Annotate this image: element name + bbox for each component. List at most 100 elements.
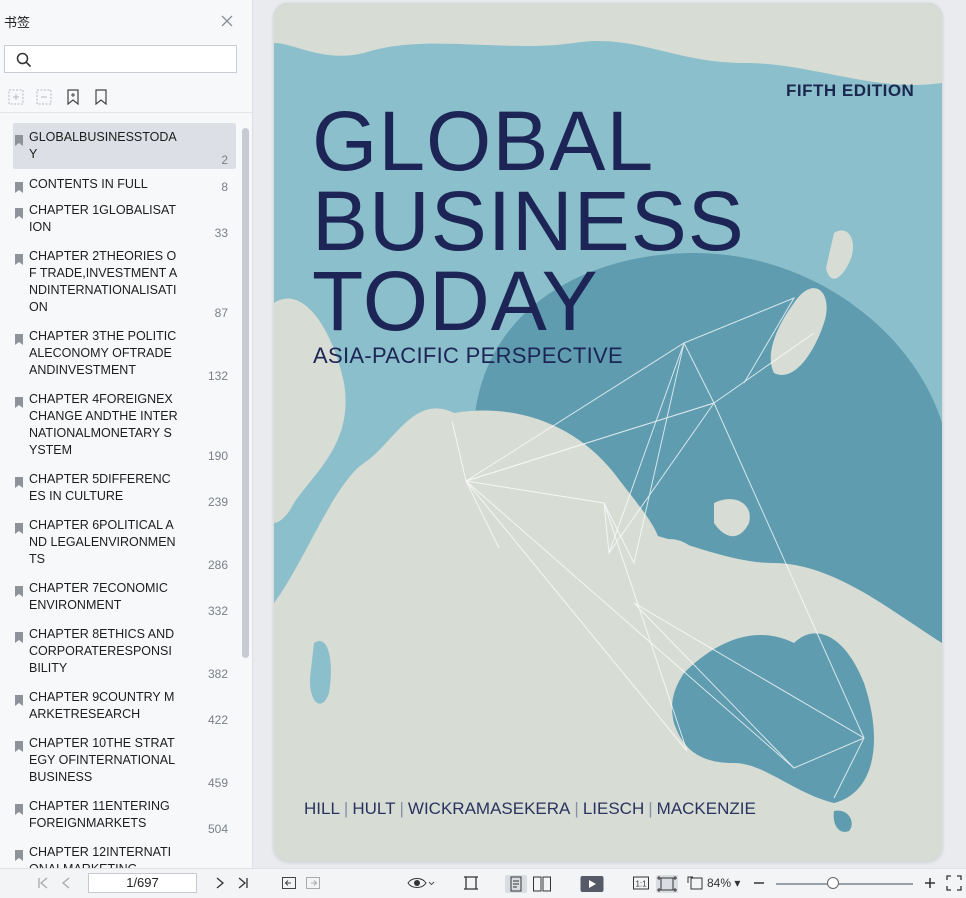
eye-protection-icon[interactable] <box>407 875 435 893</box>
forward-view-icon[interactable] <box>305 875 321 893</box>
close-icon[interactable] <box>218 12 236 30</box>
bookmark-page-number: 190 <box>207 449 228 463</box>
author-list: HILL | HULT | WICKRAMASEKERA | LIESCH | MACKENZI… <box>304 799 756 818</box>
bookmark-page-number: 332 <box>207 604 228 618</box>
bookmark-icon <box>15 802 23 815</box>
play-slideshow-icon[interactable] <box>580 875 604 893</box>
bookmark-label: CHAPTER 1GLOBALISATION <box>29 203 177 234</box>
fit-page-icon[interactable] <box>656 875 678 893</box>
bookmark-label: CHAPTER 10THE STRATEGY OFINTERNATIONALBU… <box>29 736 176 784</box>
rotate-page-icon[interactable] <box>686 875 704 893</box>
bookmark-item[interactable]: CHAPTER 3THE POLITICALECONOMY OFTRADE AN… <box>13 322 236 385</box>
bookmark-item[interactable]: CHAPTER 9COUNTRY MARKETRESEARCH 422 <box>13 683 236 729</box>
bookmark-page-number: 504 <box>207 822 228 836</box>
author: MACKENZIE <box>656 799 756 818</box>
bookmark-icon <box>15 332 23 345</box>
status-bar: 1/697 1:1 84% ▾ <box>0 868 966 898</box>
title-line: GLOBAL <box>312 94 655 188</box>
bookmark-item[interactable]: CHAPTER 11ENTERING FOREIGNMARKETS 504 <box>13 792 236 838</box>
next-page-icon[interactable] <box>214 875 226 893</box>
first-page-icon[interactable] <box>36 875 50 893</box>
bookmark-icon <box>15 584 23 597</box>
collapse-all-icon[interactable] <box>36 89 52 107</box>
bookmark-page-number: 87 <box>214 306 228 320</box>
bookmark-label: CHAPTER 8ETHICS AND CORPORATERESPONSIBIL… <box>29 627 175 675</box>
bookmark-list: GLOBALBUSINESSTODAY 2 CONTENTS IN FULL 8 CHA… <box>0 122 240 868</box>
bookmark-icon <box>15 133 23 146</box>
bookmark-label: CHAPTER 9COUNTRY MARKETRESEARCH <box>29 690 175 721</box>
expand-all-icon[interactable] <box>8 89 24 107</box>
zoom-level: 84% <box>707 876 732 890</box>
bookmark-item[interactable]: CHAPTER 12INTERNATIONALMARKETING <box>13 838 236 868</box>
panel-title: 书签 <box>4 16 31 31</box>
single-page-icon[interactable] <box>505 875 527 893</box>
bookmark-page-number: 239 <box>207 495 228 509</box>
fit-width-icon[interactable] <box>462 875 480 893</box>
bookmark-icon <box>15 521 23 534</box>
bookmark-label: GLOBALBUSINESSTODAY <box>29 130 177 161</box>
actual-size-icon[interactable]: 1:1 <box>632 875 650 893</box>
sidebar-scrollbar[interactable] <box>242 128 249 658</box>
bookmark-panel: 书签 GLOBALBUSINESSTODAY 2 CONTENTS IN FULL 8… <box>0 0 253 868</box>
divider <box>0 112 252 113</box>
search-icon <box>16 52 32 68</box>
bookmark-page-number: 132 <box>207 369 228 383</box>
bookmark-label: CHAPTER 7ECONOMIC ENVIRONMENT <box>29 581 168 612</box>
bookmark-search-input[interactable] <box>4 45 237 73</box>
bookmark-icon <box>15 693 23 706</box>
page-number-input[interactable]: 1/697 <box>88 873 197 893</box>
title-line: BUSINESS <box>312 174 745 268</box>
bookmark-icon <box>15 848 23 861</box>
zoom-slider[interactable] <box>776 883 913 885</box>
bookmark-icon <box>15 206 23 219</box>
bookmark-label: CHAPTER 6POLITICAL AND LEGALENVIRONMENTS <box>29 518 176 566</box>
bookmark-item[interactable]: GLOBALBUSINESSTODAY 2 <box>13 123 236 169</box>
bookmark-label: CHAPTER 3THE POLITICALECONOMY OFTRADE AN… <box>29 329 177 377</box>
bookmark-label: CHAPTER 5DIFFERENCES IN CULTURE <box>29 472 171 503</box>
bookmark-label: CHAPTER 4FOREIGNEXCHANGE ANDTHE INTERNAT… <box>29 392 178 457</box>
bookmark-icon <box>15 180 23 193</box>
bookmark-icon <box>15 630 23 643</box>
zoom-level-dropdown[interactable]: 84% ▾ <box>707 876 740 890</box>
bookmark-item[interactable]: CONTENTS IN FULL 8 <box>13 170 236 196</box>
bookmark-label: CONTENTS IN FULL <box>29 177 148 191</box>
bookmark-icon[interactable] <box>93 89 109 107</box>
bookmark-item[interactable]: CHAPTER 2THEORIES OF TRADE,INVESTMENT AN… <box>13 242 236 322</box>
bookmark-item[interactable]: CHAPTER 8ETHICS AND CORPORATERESPONSIBIL… <box>13 620 236 683</box>
bookmark-page-number: 382 <box>207 667 228 681</box>
bookmark-icon <box>15 739 23 752</box>
back-view-icon[interactable] <box>281 875 297 893</box>
svg-text:1:1: 1:1 <box>635 880 647 889</box>
bookmark-page-number: 422 <box>207 713 228 727</box>
author: HILL <box>304 799 340 818</box>
bookmark-page-number: 2 <box>221 153 228 167</box>
bookmark-icon <box>15 475 23 488</box>
bookmark-item[interactable]: CHAPTER 10THE STRATEGY OFINTERNATIONALBU… <box>13 729 236 792</box>
book-subtitle: ASIA-PACIFIC PERSPECTIVE <box>313 343 623 368</box>
bookmark-label: CHAPTER 11ENTERING FOREIGNMARKETS <box>29 799 170 830</box>
bookmark-label: CHAPTER 12INTERNATIONALMARKETING <box>29 845 172 868</box>
book-title: GLOBAL BUSINESS TODAY <box>312 94 745 343</box>
previous-page-icon[interactable] <box>60 875 72 893</box>
add-bookmark-icon[interactable] <box>65 89 81 107</box>
edition-label: FIFTH EDITION <box>786 81 915 100</box>
bookmark-item[interactable]: CHAPTER 4FOREIGNEXCHANGE ANDTHE INTERNAT… <box>13 385 236 465</box>
bookmark-page-number: 286 <box>207 558 228 572</box>
zoom-out-icon[interactable] <box>752 875 766 893</box>
bookmark-icon <box>15 252 23 265</box>
zoom-slider-handle[interactable] <box>827 877 839 889</box>
author: WICKRAMASEKERA <box>407 799 571 818</box>
bookmark-label: CHAPTER 2THEORIES OF TRADE,INVESTMENT AN… <box>29 249 178 314</box>
author: LIESCH <box>582 799 645 818</box>
bookmark-item[interactable]: CHAPTER 5DIFFERENCES IN CULTURE 239 <box>13 465 236 511</box>
bookmark-item[interactable]: CHAPTER 1GLOBALISATION 33 <box>13 196 236 242</box>
bookmark-page-number: 8 <box>221 180 228 194</box>
bookmark-item[interactable]: CHAPTER 6POLITICAL AND LEGALENVIRONMENTS… <box>13 511 236 574</box>
bookmark-page-number: 33 <box>214 226 228 240</box>
zoom-in-icon[interactable] <box>923 875 937 893</box>
bookmark-item[interactable]: CHAPTER 7ECONOMIC ENVIRONMENT 332 <box>13 574 236 620</box>
document-page: FIFTH EDITION GLOBAL BUSINESS TODAY ASIA… <box>274 3 942 861</box>
last-page-icon[interactable] <box>236 875 250 893</box>
double-page-icon[interactable] <box>532 875 552 893</box>
fullscreen-icon[interactable] <box>946 875 962 893</box>
